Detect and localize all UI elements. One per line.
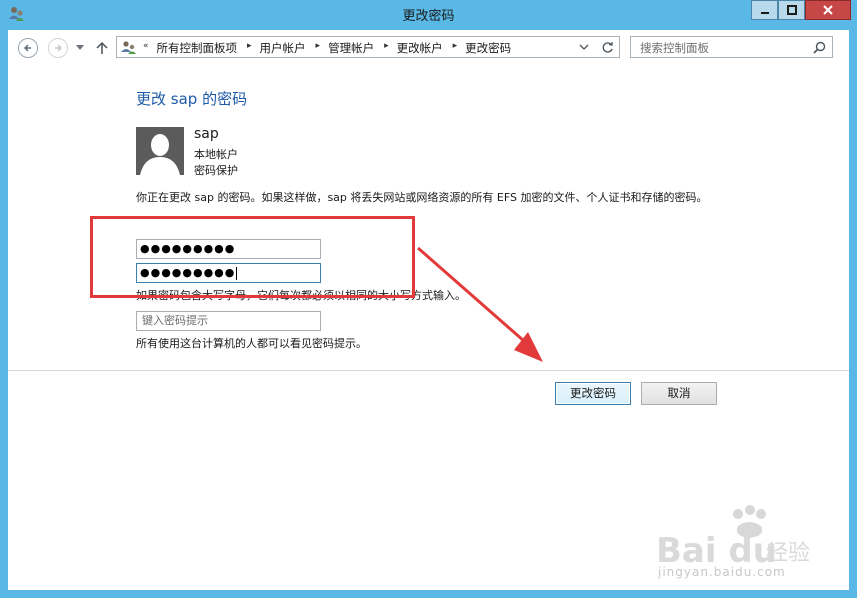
password-status: 密码保护 [194, 164, 238, 177]
navigation-bar: « 所有控制面板项 ▸ 用户帐户 ▸ 管理帐户 ▸ 更改帐户 ▸ 更改密码 搜索… [8, 30, 849, 66]
breadcrumb: « 所有控制面板项 ▸ 用户帐户 ▸ 管理帐户 ▸ 更改帐户 ▸ 更改密码 [143, 40, 515, 56]
password-hint-input[interactable]: 键入密码提示 [136, 311, 321, 331]
watermark-url: jingyan.baidu.com [658, 565, 786, 579]
search-icon[interactable] [813, 41, 826, 54]
maximize-icon [786, 5, 797, 15]
user-silhouette-icon [140, 134, 180, 175]
refresh-icon[interactable] [601, 41, 614, 54]
content-area: « 所有控制面板项 ▸ 用户帐户 ▸ 管理帐户 ▸ 更改帐户 ▸ 更改密码 搜索… [8, 30, 849, 590]
password-hint-placeholder: 键入密码提示 [142, 314, 208, 327]
breadcrumb-item[interactable]: 用户帐户 [260, 40, 306, 56]
breadcrumb-item[interactable]: 管理帐户 [328, 40, 374, 56]
window: 更改密码 « 所有控制面板项 ▸ 用户帐户 ▸ 管理帐户 ▸ 更改帐户 ▸ 更改… [0, 0, 857, 598]
breadcrumb-item[interactable]: 所有控制面板项 [157, 40, 238, 56]
chevron-down-icon[interactable] [579, 44, 589, 51]
breadcrumb-separator-icon[interactable]: ▸ [316, 41, 321, 57]
user-name: sap [194, 126, 219, 142]
close-button[interactable] [805, 0, 851, 20]
annotation-highlight-box [90, 216, 415, 298]
breadcrumb-separator-icon[interactable]: ▸ [453, 41, 458, 57]
arrow-right-icon [55, 44, 62, 52]
breadcrumb-item[interactable]: 更改密码 [465, 40, 511, 56]
breadcrumb-separator-icon[interactable]: ▸ [247, 41, 252, 57]
recent-pages-dropdown-icon[interactable] [76, 45, 84, 51]
page-title: 更改 sap 的密码 [136, 90, 248, 108]
cancel-button[interactable]: 取消 [641, 382, 717, 405]
control-panel-icon [121, 41, 136, 54]
up-arrow-icon[interactable] [96, 41, 108, 55]
arrow-left-icon [24, 44, 31, 52]
close-icon [823, 5, 833, 15]
breadcrumb-separator-icon[interactable]: ▸ [384, 41, 389, 57]
account-type: 本地帐户 [194, 148, 238, 161]
minimize-button[interactable] [751, 0, 778, 20]
window-title: 更改密码 [402, 9, 455, 24]
breadcrumb-item[interactable]: 更改帐户 [397, 40, 443, 56]
user-avatar [136, 127, 184, 175]
title-bar[interactable]: 更改密码 [0, 0, 857, 28]
divider [8, 370, 849, 371]
change-password-button[interactable]: 更改密码 [555, 382, 631, 405]
maximize-button[interactable] [778, 0, 805, 20]
back-button[interactable] [18, 38, 38, 58]
search-placeholder: 搜索控制面板 [640, 41, 709, 55]
search-box[interactable]: 搜索控制面板 [630, 36, 833, 58]
breadcrumb-overflow-icon[interactable]: « [143, 41, 149, 57]
forward-button[interactable] [48, 38, 68, 58]
svg-text:经验: 经验 [766, 541, 810, 566]
address-bar[interactable]: « 所有控制面板项 ▸ 用户帐户 ▸ 管理帐户 ▸ 更改帐户 ▸ 更改密码 [116, 36, 620, 58]
hint-visibility-note: 所有使用这台计算机的人都可以看见密码提示。 [136, 337, 367, 350]
minimize-icon [760, 12, 769, 14]
warning-description: 你正在更改 sap 的密码。如果这样做，sap 将丢失网站或网络资源的所有 EF… [136, 191, 708, 204]
